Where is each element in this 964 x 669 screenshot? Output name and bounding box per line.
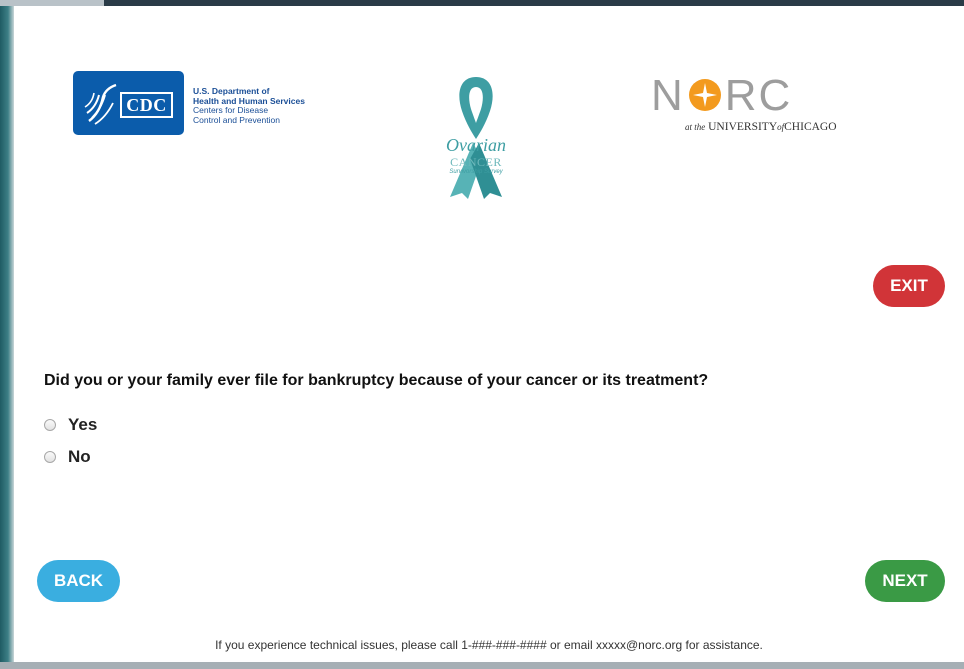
option-yes-label[interactable]: Yes: [68, 415, 97, 435]
cdc-wordmark: CDC: [120, 92, 173, 118]
radio-yes[interactable]: [44, 419, 56, 431]
norc-logo: N RC at the UNIVERSITYofCHICAGO: [651, 74, 881, 134]
footer-help-text: If you experience technical issues, plea…: [215, 638, 763, 652]
window-bottom-bar: [0, 662, 964, 669]
norc-prefix: at the: [685, 122, 706, 132]
survey-logo-title: Ovarian: [446, 135, 506, 155]
survey-logo-subtitle: CANCER: [450, 155, 502, 169]
norc-letter-n: N: [651, 71, 685, 120]
hhs-agency-text: U.S. Department of Health and Human Serv…: [193, 86, 305, 125]
norc-letters-rc: RC: [724, 71, 793, 120]
ovarian-survey-logo: Ovarian CANCER Survivorship Survey: [426, 71, 526, 201]
norc-city: CHICAGO: [784, 121, 837, 133]
exit-button[interactable]: EXIT: [873, 265, 945, 307]
back-button[interactable]: BACK: [37, 560, 120, 602]
norc-sun-icon: [688, 79, 721, 111]
cdc-logo-box: CDC: [73, 71, 184, 135]
cdc-line-2: Control and Prevention: [193, 114, 280, 125]
option-no[interactable]: No: [44, 447, 91, 467]
next-button[interactable]: NEXT: [865, 560, 945, 602]
hhs-eagle-icon: [84, 83, 117, 125]
option-yes[interactable]: Yes: [44, 415, 97, 435]
survey-logo-tagline: Survivorship Survey: [449, 169, 503, 175]
cdc-logo: CDC U.S. Department of Health and Human …: [73, 71, 305, 135]
norc-university: UNIVERSITY: [708, 121, 778, 133]
radio-no[interactable]: [44, 451, 56, 463]
option-no-label[interactable]: No: [68, 447, 91, 467]
question-text: Did you or your family ever file for ban…: [44, 372, 709, 389]
norc-university-line: at the UNIVERSITYofCHICAGO: [685, 121, 837, 133]
norc-wordmark: N RC: [651, 74, 792, 118]
